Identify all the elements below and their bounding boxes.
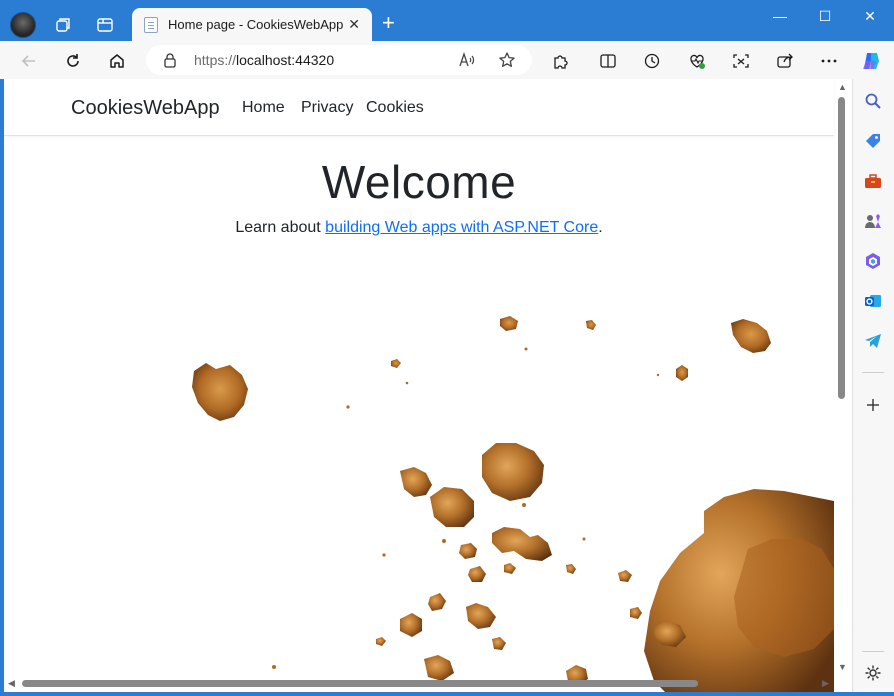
more-options-icon[interactable] bbox=[818, 50, 840, 72]
url-protocol: https:// bbox=[194, 52, 237, 68]
outlook-icon[interactable] bbox=[863, 291, 883, 311]
read-aloud-icon[interactable] bbox=[456, 49, 478, 71]
url-text: https://localhost:44320 bbox=[194, 52, 334, 68]
telegram-icon[interactable] bbox=[863, 331, 883, 351]
minimize-button[interactable]: — bbox=[770, 6, 790, 26]
learn-suffix: . bbox=[598, 219, 603, 236]
edge-sidebar bbox=[852, 79, 894, 696]
tab-actions-icon[interactable] bbox=[94, 14, 116, 36]
office-icon[interactable] bbox=[863, 251, 883, 271]
site-brand-link[interactable]: CookiesWebApp bbox=[71, 97, 220, 120]
window-bottom-border bbox=[0, 692, 894, 696]
tab-close-icon[interactable]: ✕ bbox=[348, 16, 360, 33]
back-icon[interactable] bbox=[18, 50, 40, 72]
toolbox-icon[interactable] bbox=[863, 171, 883, 191]
address-bar[interactable]: https://localhost:44320 bbox=[146, 45, 532, 75]
browser-toolbar: https://localhost:44320 bbox=[0, 41, 894, 79]
scroll-up-arrow-icon[interactable]: ▲ bbox=[838, 82, 847, 92]
share-icon[interactable] bbox=[774, 50, 796, 72]
site-navbar: CookiesWebApp Home Privacy Cookies bbox=[4, 79, 834, 136]
url-host: localhost:44320 bbox=[236, 52, 335, 68]
browser-essentials-icon[interactable] bbox=[686, 50, 708, 72]
split-screen-icon[interactable] bbox=[597, 50, 619, 72]
workspaces-icon[interactable] bbox=[52, 14, 74, 36]
scroll-down-arrow-icon[interactable]: ▼ bbox=[838, 662, 847, 672]
favorite-star-icon[interactable] bbox=[496, 49, 518, 71]
horizontal-scroll-thumb[interactable] bbox=[22, 680, 698, 687]
extensions-icon[interactable] bbox=[549, 50, 571, 72]
page-viewport: CookiesWebApp Home Privacy Cookies Welco… bbox=[4, 79, 852, 692]
page-favicon-icon bbox=[144, 16, 158, 33]
copilot-icon[interactable] bbox=[860, 50, 882, 72]
people-icon[interactable] bbox=[863, 211, 883, 231]
search-icon[interactable] bbox=[863, 91, 883, 111]
active-tab[interactable]: Home page - CookiesWebApp ✕ bbox=[132, 8, 372, 41]
refresh-icon[interactable] bbox=[62, 50, 84, 72]
tag-icon[interactable] bbox=[863, 131, 883, 151]
nav-link-home[interactable]: Home bbox=[242, 99, 285, 117]
learn-paragraph: Learn about building Web apps with ASP.N… bbox=[4, 219, 834, 237]
scroll-left-arrow-icon[interactable]: ◀ bbox=[8, 678, 15, 689]
scroll-right-arrow-icon[interactable]: ▶ bbox=[822, 678, 829, 689]
screenshot-icon[interactable] bbox=[730, 50, 752, 72]
nav-link-privacy[interactable]: Privacy bbox=[301, 99, 353, 117]
nav-link-cookies[interactable]: Cookies bbox=[366, 99, 424, 117]
lock-icon[interactable] bbox=[162, 52, 178, 68]
home-icon[interactable] bbox=[106, 50, 128, 72]
welcome-heading: Welcome bbox=[321, 156, 517, 208]
close-window-button[interactable]: ✕ bbox=[860, 6, 880, 26]
new-tab-button[interactable]: + bbox=[382, 12, 395, 34]
profile-avatar[interactable] bbox=[10, 12, 36, 38]
tab-title: Home page - CookiesWebApp bbox=[168, 17, 344, 32]
sidebar-divider bbox=[862, 372, 884, 373]
sidebar-divider-bottom bbox=[862, 651, 884, 652]
settings-icon[interactable] bbox=[863, 663, 883, 683]
add-icon[interactable] bbox=[863, 395, 883, 415]
aspnet-docs-link[interactable]: building Web apps with ASP.NET Core bbox=[325, 219, 598, 236]
maximize-button[interactable]: ☐ bbox=[815, 6, 835, 26]
title-bar: Home page - CookiesWebApp ✕ + — ☐ ✕ bbox=[0, 0, 894, 41]
learn-prefix: Learn about bbox=[235, 219, 326, 236]
vertical-scroll-thumb[interactable] bbox=[838, 97, 845, 399]
history-icon[interactable] bbox=[641, 50, 663, 72]
